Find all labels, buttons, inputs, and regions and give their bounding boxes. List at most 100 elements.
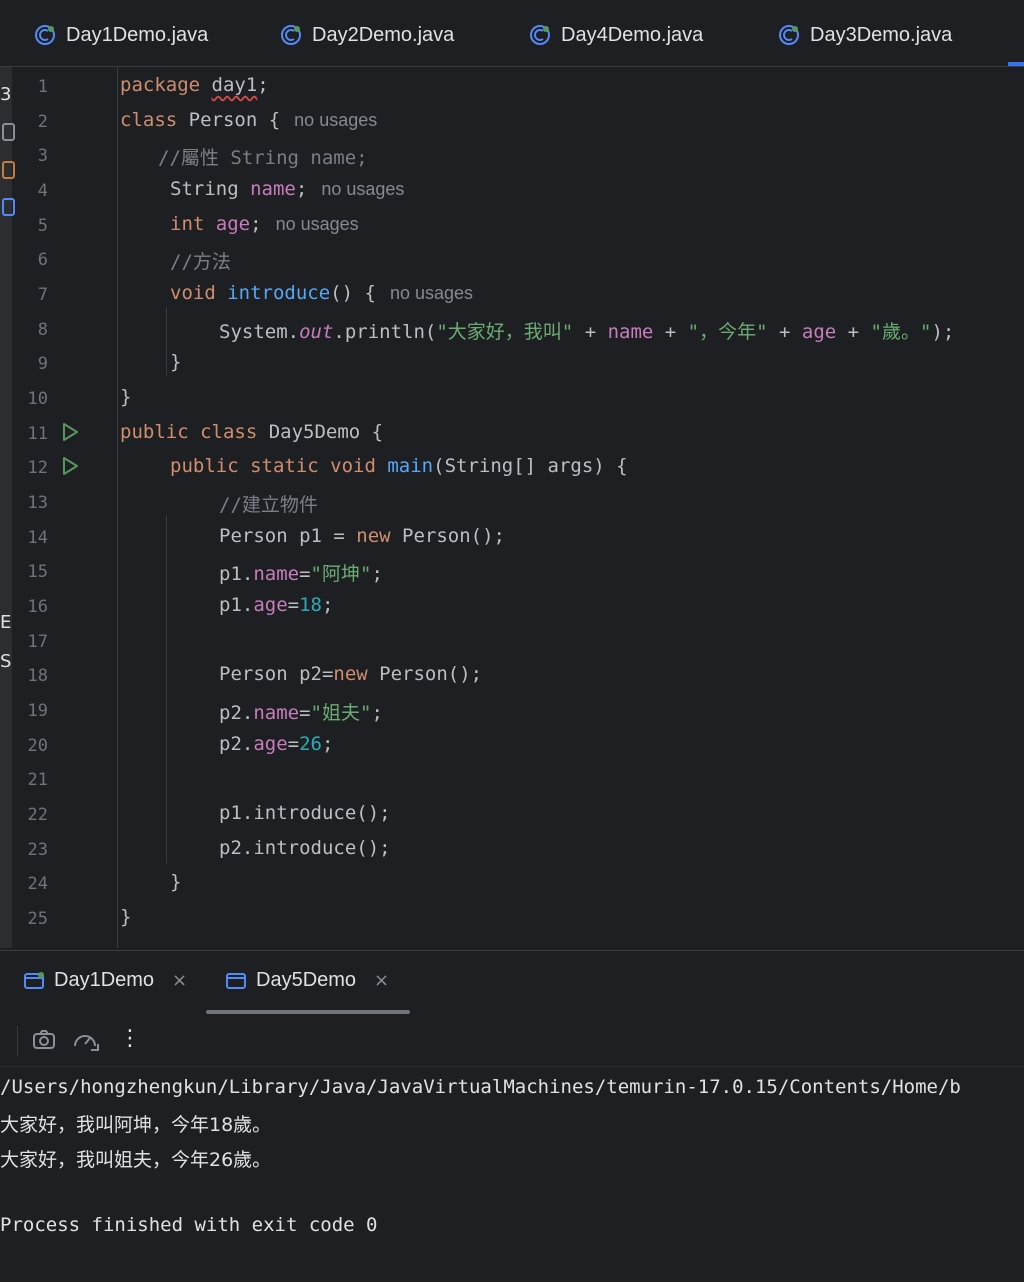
usage-hint: no usages [389,283,474,303]
profiler-gauge-icon[interactable] [72,1028,100,1052]
process-exit-message: Process finished with exit code 0 [0,1214,378,1236]
line-number: 21 [27,770,48,790]
console-output-line: 大家好，我叫姐夫，今年26歲。 [0,1149,272,1171]
code-comment: //屬性 String name; [158,147,368,169]
code-line: 5 int age; no usages [0,208,1024,242]
code-line: 2 class Person {no usages [0,104,1024,138]
code-text: public static void main(String[] args) { [170,455,628,477]
run-config-icon [226,972,246,989]
active-tab-indicator [1008,62,1024,66]
code-line: 1 package day1; [0,69,1024,103]
code-text: } [120,386,132,408]
tab-day4demo-java[interactable]: Day4Demo.java [529,18,703,52]
line-number: 17 [27,632,48,652]
code-text: Person p1 = new Person(); [219,525,505,547]
usage-hint: no usages [294,110,378,130]
code-text: class Person {no usages [120,109,378,131]
line-number: 23 [27,840,48,860]
line-number: 10 [27,389,48,409]
camera-icon[interactable] [32,1028,56,1050]
line-number: 24 [27,874,48,894]
tab-day3demo-java[interactable]: Day3Demo.java [778,18,952,52]
line-number: 8 [37,320,48,340]
code-text: p2.introduce(); [219,837,391,859]
run-tab-day1demo[interactable]: Day1Demo × [24,969,187,992]
code-comment: //建立物件 [219,494,318,516]
code-line: 15 p1.name="阿坤"; [0,554,1024,588]
line-number: 14 [27,528,48,548]
code-text: String name; no usages [170,178,405,200]
line-number: 22 [27,805,48,825]
java-class-icon [530,25,550,45]
run-toolbar: ⋮ [0,1016,1024,1067]
toolbar-divider [17,1026,18,1056]
run-gutter-icon[interactable] [60,456,80,476]
code-text: } [170,351,182,373]
run-tab-day5demo[interactable]: Day5Demo × [226,969,389,992]
code-text: p1.name="阿坤"; [219,563,383,585]
code-line: 18 Person p2=new Person(); [0,658,1024,692]
code-text: System.out.println("大家好，我叫" + name + "，今… [219,321,955,343]
run-tool-window-tabs: Day1Demo × Day5Demo × [0,950,1024,1015]
code-text: void introduce() {no usages [170,282,474,304]
line-number: 5 [37,216,48,236]
code-line: 24 } [0,866,1024,900]
code-text: Person p2=new Person(); [219,663,483,685]
tab-day2demo-java[interactable]: Day2Demo.java [280,18,454,52]
line-number: 16 [27,597,48,617]
code-text: int age; no usages [170,213,359,235]
more-options-icon[interactable]: ⋮ [119,1026,141,1051]
line-number: 2 [37,112,48,132]
code-text: } [170,871,182,893]
code-line: 17 [0,624,1024,658]
code-line: 16 p1.age=18; [0,589,1024,623]
code-line: 6 //方法 [0,242,1024,276]
code-line: 25 } [0,901,1024,935]
close-icon[interactable]: × [172,970,187,991]
line-number: 3 [37,146,48,166]
code-line: 10 } [0,381,1024,415]
code-line: 3 //屬性 String name; [0,138,1024,172]
console-command-line: /Users/hongzhengkun/Library/Java/JavaVir… [0,1076,961,1098]
code-line: 4 String name; no usages [0,173,1024,207]
console-output-line: 大家好，我叫阿坤，今年18歲。 [0,1114,272,1136]
line-number: 25 [27,909,48,929]
code-text: p2.age=26; [219,733,334,755]
line-number: 11 [27,424,48,444]
code-line: 20 p2.age=26; [0,728,1024,762]
line-number: 1 [37,77,48,97]
close-icon[interactable]: × [374,970,389,991]
line-number: 18 [27,666,48,686]
code-line: 7 void introduce() {no usages [0,277,1024,311]
code-text: p1.introduce(); [219,802,391,824]
line-number: 7 [37,285,48,305]
console-output[interactable]: /Users/hongzhengkun/Library/Java/JavaVir… [0,1068,1024,1282]
code-line: 9 } [0,346,1024,380]
tab-day1demo-java[interactable]: Day1Demo.java [34,18,208,52]
code-editor[interactable]: 3 E S 1 package day1; 2 class Person {no… [0,67,1024,948]
run-gutter-icon[interactable] [60,422,80,442]
line-number: 4 [37,181,48,201]
code-line: 21 [0,762,1024,796]
code-text: p1.age=18; [219,594,334,616]
line-number: 20 [27,736,48,756]
line-number: 9 [37,354,48,374]
java-class-icon [35,25,55,45]
code-text: public class Day5Demo { [120,421,384,443]
code-comment: //方法 [170,251,231,273]
code-line: 8 System.out.println("大家好，我叫" + name + "… [0,312,1024,346]
code-line: 22 p1.introduce(); [0,797,1024,831]
run-config-icon [24,971,44,989]
usage-hint: no usages [321,179,405,199]
code-text: package day1; [120,74,269,96]
java-class-icon [779,25,799,45]
line-number: 12 [27,458,48,478]
line-number: 13 [27,493,48,513]
active-run-tab-indicator [206,1010,410,1014]
line-number: 15 [27,562,48,582]
code-line: 23 p2.introduce(); [0,832,1024,866]
line-number: 6 [37,250,48,270]
line-number: 19 [27,701,48,721]
code-line: 11 public class Day5Demo { [0,416,1024,450]
usage-hint: no usages [275,214,359,234]
